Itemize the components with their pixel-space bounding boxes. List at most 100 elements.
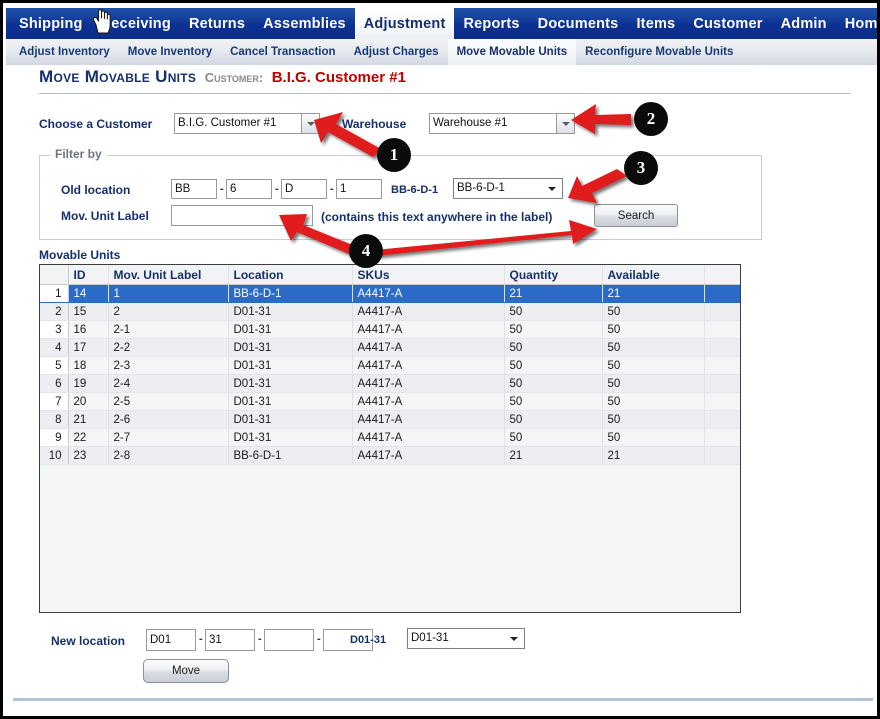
chevron-down-icon[interactable] xyxy=(556,114,574,133)
nav-item-items[interactable]: Items xyxy=(627,8,684,39)
nav-item-shipping[interactable]: Shipping xyxy=(6,8,92,39)
chevron-down-icon[interactable] xyxy=(301,114,319,133)
cell-quantity: 50 xyxy=(504,428,603,447)
subnav-label: Reconfigure Movable Units xyxy=(585,46,734,58)
new-location-select[interactable]: D01-31 xyxy=(407,628,525,649)
warehouse-label: Warehouse xyxy=(342,117,407,131)
cell-location: D01-31 xyxy=(228,374,353,393)
nav-label: Home xyxy=(844,15,878,32)
move-button[interactable]: Move xyxy=(143,659,229,683)
nav-label: Admin xyxy=(780,15,827,32)
nav-item-adjustment[interactable]: Adjustment xyxy=(354,8,455,39)
nav-item-reports[interactable]: Reports xyxy=(454,8,528,39)
nav-label: Returns xyxy=(188,15,246,32)
table-row[interactable]: 8 21 2-6 D01-31 A4417-A 50 50 xyxy=(40,410,740,429)
column-header-id[interactable]: ID xyxy=(68,265,109,285)
mov-unit-label-label: Mov. Unit Label xyxy=(61,209,149,223)
new-location-part-3-input[interactable] xyxy=(264,629,314,651)
cell-rownum: 5 xyxy=(40,356,69,375)
cell-available: 50 xyxy=(602,374,705,393)
nav-label: Receiving xyxy=(100,15,171,32)
cell-id: 16 xyxy=(68,320,109,339)
subnav-item-move-inventory[interactable]: Move Inventory xyxy=(119,39,221,65)
new-location-part-2-input[interactable] xyxy=(205,629,255,651)
main-navigation-bar: Shipping Receiving Returns Assemblies Ad… xyxy=(6,8,878,39)
column-header-available[interactable]: Available xyxy=(602,265,705,285)
old-location-separator-1: - xyxy=(220,183,224,195)
cell-id: 18 xyxy=(68,356,109,375)
footer-divider xyxy=(13,698,873,701)
subnav-label: Move Inventory xyxy=(127,46,213,58)
nav-label: Assemblies xyxy=(263,15,346,32)
cell-rownum: 2 xyxy=(40,302,69,321)
cell-id: 17 xyxy=(68,338,109,357)
cell-mov-unit-label: 2-4 xyxy=(108,374,229,393)
table-row[interactable]: 3 16 2-1 D01-31 A4417-A 50 50 xyxy=(40,320,740,339)
chevron-down-icon[interactable] xyxy=(546,179,558,198)
chevron-down-icon[interactable] xyxy=(508,629,520,648)
new-location-row: New location - - - D01-31 D01-31 xyxy=(39,628,779,651)
search-button[interactable]: Search xyxy=(594,204,678,227)
table-row[interactable]: 2 15 2 D01-31 A4417-A 50 50 xyxy=(40,302,740,321)
subnav-item-adjust-inventory[interactable]: Adjust Inventory xyxy=(6,39,119,65)
movable-units-grid[interactable]: ID Mov. Unit Label Location SKUs Quantit… xyxy=(39,264,741,613)
filter-by-legend: Filter by xyxy=(50,147,107,161)
cell-id: 14 xyxy=(68,284,109,303)
nav-item-documents[interactable]: Documents xyxy=(529,8,628,39)
subnav-item-adjust-charges[interactable]: Adjust Charges xyxy=(345,39,448,65)
cell-spacer xyxy=(704,302,740,321)
subnav-item-reconfigure-movable-units[interactable]: Reconfigure Movable Units xyxy=(576,39,742,65)
warehouse-select[interactable]: Warehouse #1 xyxy=(429,113,575,134)
table-body: 1 14 1 BB-6-D-1 A4417-A 21 21 2 1 5 2 D01-31 A4417-A… xyxy=(40,284,740,465)
nav-item-receiving[interactable]: Receiving xyxy=(92,8,180,39)
nav-item-customer[interactable]: Customer xyxy=(684,8,771,39)
nav-item-home[interactable]: Home xyxy=(836,8,878,39)
old-location-part-4-input[interactable] xyxy=(336,179,382,199)
table-row[interactable]: 1 14 1 BB-6-D-1 A4417-A 21 21 xyxy=(40,284,740,303)
cell-location: D01-31 xyxy=(228,302,353,321)
mov-unit-label-input[interactable] xyxy=(171,205,313,226)
customer-warehouse-row: Choose a Customer B.I.G. Customer #1 War… xyxy=(39,113,779,137)
column-header-skus[interactable]: SKUs xyxy=(352,265,505,285)
column-header-rownum[interactable] xyxy=(40,265,69,285)
subnav-item-move-movable-units[interactable]: Move Movable Units xyxy=(447,39,577,65)
nav-item-assemblies[interactable]: Assemblies xyxy=(254,8,355,39)
cell-mov-unit-label: 2-5 xyxy=(108,392,229,411)
old-location-part-3-input[interactable] xyxy=(281,179,327,199)
nav-label: Reports xyxy=(463,15,520,32)
cell-rownum: 9 xyxy=(40,428,69,447)
old-location-select[interactable]: BB-6-D-1 xyxy=(453,178,563,199)
table-row[interactable]: 10 23 2-8 BB-6-D-1 A4417-A 21 21 xyxy=(40,446,740,465)
table-row[interactable]: 6 19 2-4 D01-31 A4417-A 50 50 xyxy=(40,374,740,393)
column-header-spacer xyxy=(704,265,740,285)
page-customer-label: Customer: xyxy=(204,70,264,85)
cell-skus: A4417-A xyxy=(352,410,505,429)
nav-item-returns[interactable]: Returns xyxy=(180,8,254,39)
column-header-mov-unit-label[interactable]: Mov. Unit Label xyxy=(108,265,229,285)
old-location-part-1-input[interactable] xyxy=(171,179,217,199)
subnav-item-cancel-transaction[interactable]: Cancel Transaction xyxy=(221,39,344,65)
subnav-label: Adjust Inventory xyxy=(19,46,110,58)
cell-available: 50 xyxy=(602,356,705,375)
cell-quantity: 50 xyxy=(504,356,603,375)
column-header-location[interactable]: Location xyxy=(228,265,353,285)
cell-quantity: 21 xyxy=(504,446,603,465)
customer-select[interactable]: B.I.G. Customer #1 xyxy=(174,113,320,134)
column-header-quantity[interactable]: Quantity xyxy=(504,265,603,285)
table-row[interactable]: 5 18 2-3 D01-31 A4417-A 50 50 xyxy=(40,356,740,375)
new-location-code: D01-31 xyxy=(350,634,387,646)
application-window: Shipping Receiving Returns Assemblies Ad… xyxy=(0,0,880,719)
new-location-select-value: D01-31 xyxy=(411,632,449,644)
cell-quantity: 50 xyxy=(504,410,603,429)
table-row[interactable]: 9 22 2-7 D01-31 A4417-A 50 50 xyxy=(40,428,740,447)
old-location-part-2-input[interactable] xyxy=(226,179,272,199)
cell-available: 50 xyxy=(602,338,705,357)
table-row[interactable]: 4 17 2-2 D01-31 A4417-A 50 50 xyxy=(40,338,740,357)
new-location-part-1-input[interactable] xyxy=(146,629,196,651)
table-row[interactable]: 7 20 2-5 D01-31 A4417-A 50 50 xyxy=(40,392,740,411)
nav-item-admin[interactable]: Admin xyxy=(772,8,836,39)
cell-spacer xyxy=(704,428,740,447)
cell-rownum: 7 xyxy=(40,392,69,411)
cell-spacer xyxy=(704,284,740,303)
nav-label: Customer xyxy=(693,15,763,32)
